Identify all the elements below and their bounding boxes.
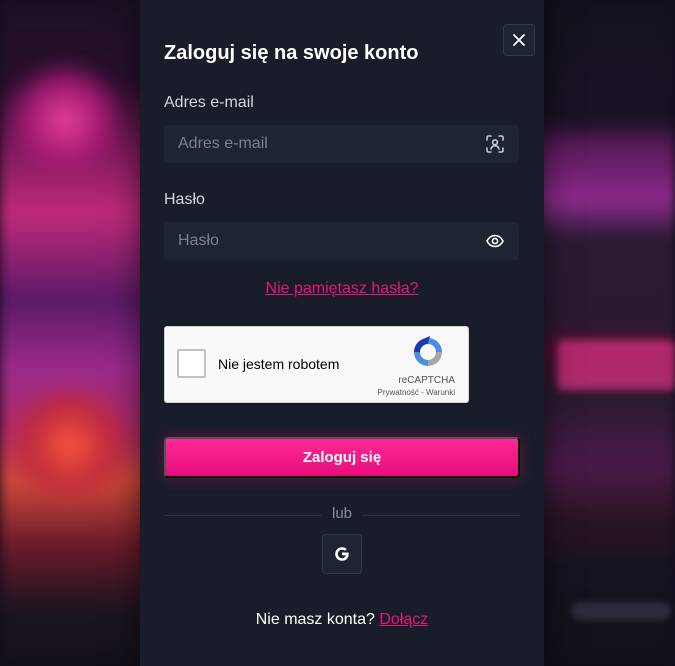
background-right-pill — [571, 602, 671, 620]
password-placeholder: Hasło — [178, 232, 219, 249]
password-field[interactable]: Hasło — [164, 222, 519, 260]
password-label: Hasło — [164, 191, 205, 208]
recaptcha-checkbox[interactable] — [177, 349, 206, 378]
signup-row: Nie masz konta? Dołącz — [140, 611, 544, 629]
recaptcha-logo-icon — [414, 336, 442, 366]
forgot-password-link[interactable]: Nie pamiętasz hasła? — [140, 280, 544, 298]
recaptcha-label: Nie jestem robotem — [218, 356, 340, 372]
login-button[interactable]: Zaloguj się — [164, 437, 520, 478]
close-icon — [513, 34, 525, 46]
email-field[interactable]: Adres e-mail — [164, 125, 519, 163]
close-button[interactable] — [503, 24, 535, 56]
background-right-button — [557, 340, 675, 390]
email-label: Adres e-mail — [164, 94, 254, 111]
background-left-glow-lower — [0, 390, 140, 500]
google-icon — [335, 547, 349, 561]
signup-link[interactable]: Dołącz — [379, 611, 428, 628]
face-scan-icon[interactable] — [485, 134, 505, 154]
eye-icon[interactable] — [485, 231, 505, 251]
signup-prompt: Nie masz konta? — [255, 611, 375, 628]
recaptcha-widget: Nie jestem robotem reCAPTCHA Prywatność … — [164, 326, 469, 403]
login-modal: Zaloguj się na swoje konto Adres e-mail … — [140, 0, 544, 666]
google-login-button[interactable] — [322, 534, 362, 574]
background-left-glow — [10, 60, 120, 180]
email-placeholder: Adres e-mail — [178, 135, 268, 152]
divider-or: lub — [322, 505, 362, 522]
modal-title: Zaloguj się na swoje konto — [164, 42, 419, 64]
background-right-art — [535, 0, 675, 666]
recaptcha-brand: reCAPTCHA — [398, 375, 455, 386]
recaptcha-links[interactable]: Prywatność - Warunki — [378, 388, 456, 397]
